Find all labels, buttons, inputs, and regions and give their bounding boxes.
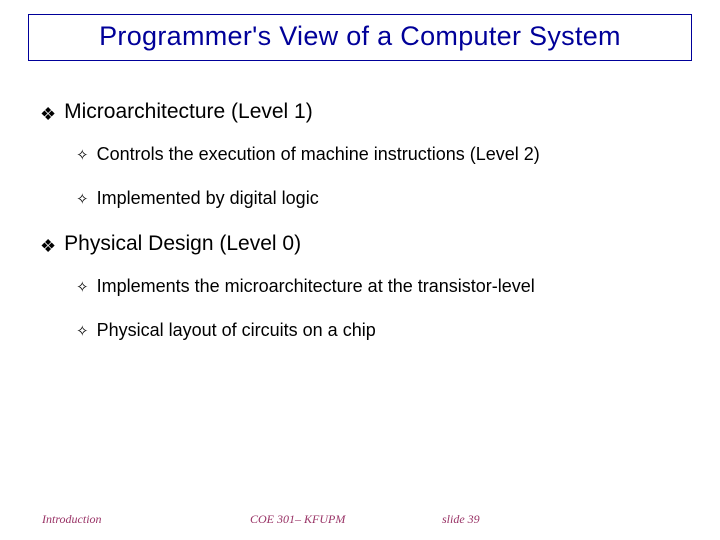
bullet-text: Implements the microarchitecture at the … <box>97 276 535 297</box>
footer-right: slide 39 <box>442 512 480 527</box>
diamond-open-bullet-icon: ✧ <box>76 144 89 168</box>
footer-center: COE 301– KFUPM <box>250 512 345 527</box>
diamond-open-bullet-icon: ✧ <box>76 276 89 300</box>
bullet-level1: ❖ Physical Design (Level 0) <box>40 232 680 260</box>
bullet-level2: ✧ Physical layout of circuits on a chip <box>76 320 680 344</box>
bullet-text: Implemented by digital logic <box>97 188 319 209</box>
diamond-open-bullet-icon: ✧ <box>76 320 89 344</box>
slide-content: ❖ Microarchitecture (Level 1) ✧ Controls… <box>40 100 680 364</box>
bullet-level2: ✧ Implements the microarchitecture at th… <box>76 276 680 300</box>
bullet-level2: ✧ Implemented by digital logic <box>76 188 680 212</box>
bullet-level1: ❖ Microarchitecture (Level 1) <box>40 100 680 128</box>
diamond-bullet-icon: ❖ <box>40 100 56 128</box>
footer-left: Introduction <box>42 512 102 527</box>
slide-title-box: Programmer's View of a Computer System <box>28 14 692 61</box>
bullet-text: Physical Design (Level 0) <box>64 232 301 256</box>
bullet-level2: ✧ Controls the execution of machine inst… <box>76 144 680 168</box>
bullet-text: Microarchitecture (Level 1) <box>64 100 313 124</box>
bullet-text: Controls the execution of machine instru… <box>97 144 540 165</box>
slide-footer: Introduction COE 301– KFUPM slide 39 <box>0 508 720 530</box>
diamond-open-bullet-icon: ✧ <box>76 188 89 212</box>
bullet-text: Physical layout of circuits on a chip <box>97 320 376 341</box>
slide-title: Programmer's View of a Computer System <box>39 21 681 52</box>
diamond-bullet-icon: ❖ <box>40 232 56 260</box>
